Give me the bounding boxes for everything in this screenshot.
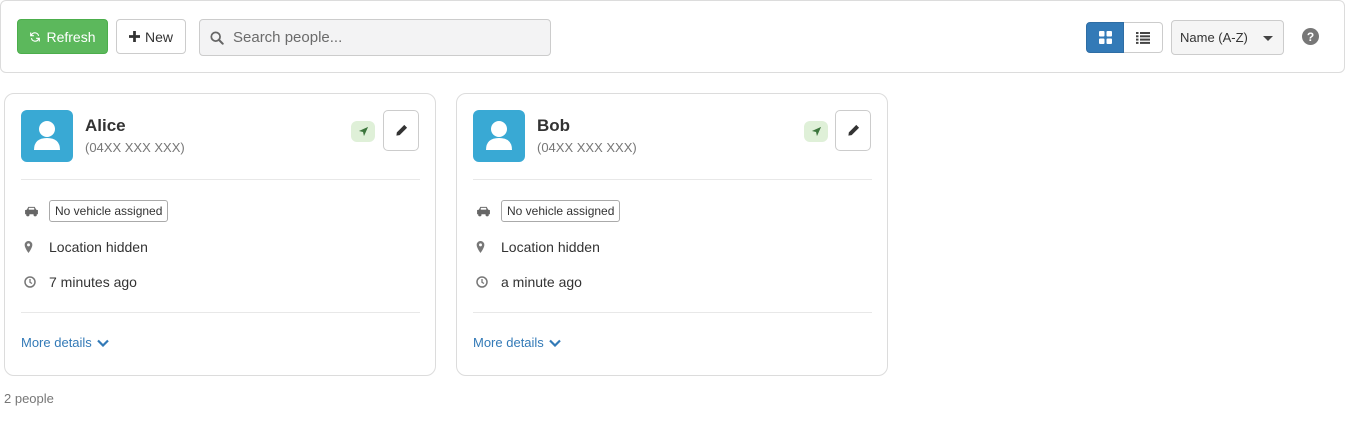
clock-icon: [473, 276, 501, 288]
vehicle-badge: No vehicle assigned: [49, 200, 169, 222]
person-phone: (04XX XXX XXX): [85, 140, 185, 155]
location-arrow-icon: [351, 121, 375, 142]
more-details-link[interactable]: More details: [473, 335, 561, 350]
divider: [473, 312, 872, 313]
refresh-icon: [30, 31, 41, 42]
help-icon[interactable]: ?: [1302, 28, 1319, 45]
more-details-label: More details: [21, 335, 92, 350]
location-row: Location hidden: [21, 239, 148, 255]
edit-button[interactable]: [835, 110, 871, 151]
grid-view-icon: [1098, 31, 1112, 44]
last-seen-text: 7 minutes ago: [49, 274, 137, 290]
search-icon: [210, 30, 224, 45]
vehicle-badge: No vehicle assigned: [501, 200, 621, 222]
divider: [21, 312, 420, 313]
location-arrow-icon: [804, 121, 828, 142]
search-input[interactable]: [233, 29, 533, 46]
person-phone: (04XX XXX XXX): [537, 140, 637, 155]
edit-button[interactable]: [383, 110, 419, 151]
vehicle-row: No vehicle assigned: [21, 200, 169, 222]
toolbar: Refresh New Search people... Name (A-Z) …: [0, 0, 1345, 73]
more-details-label: More details: [473, 335, 544, 350]
car-icon: [21, 206, 49, 217]
user-avatar-icon: [473, 110, 525, 162]
last-seen-row: 7 minutes ago: [21, 274, 137, 290]
divider: [473, 179, 872, 180]
refresh-button[interactable]: Refresh: [17, 19, 108, 54]
person-name: Bob: [537, 116, 571, 135]
people-count: 2 people: [4, 391, 54, 406]
pencil-icon: [847, 124, 859, 136]
search-box: [199, 19, 551, 56]
last-seen-row: a minute ago: [473, 274, 582, 290]
map-marker-icon: [21, 241, 49, 253]
divider: [21, 179, 420, 180]
chevron-down-icon: [1263, 36, 1273, 41]
plus-icon: [128, 31, 140, 42]
clock-icon: [21, 276, 49, 288]
map-marker-icon: [473, 241, 501, 253]
new-label: New: [144, 28, 173, 45]
location-text: Location hidden: [501, 239, 600, 255]
person-card: Alice (04XX XXX XXX) No vehicle assigned…: [4, 93, 436, 376]
grid-view-button[interactable]: [1086, 22, 1124, 53]
list-view-button[interactable]: [1124, 22, 1163, 53]
chevron-down-icon: [549, 339, 561, 347]
last-seen-text: a minute ago: [501, 274, 582, 290]
refresh-label: Refresh: [46, 28, 96, 45]
sort-selected-label: Name (A-Z): [1180, 30, 1248, 45]
person-name: Alice: [85, 116, 126, 135]
vehicle-row: No vehicle assigned: [473, 200, 621, 222]
help-glyph: ?: [1306, 29, 1315, 44]
list-view-icon: [1136, 31, 1150, 44]
pencil-icon: [395, 124, 407, 136]
more-details-link[interactable]: More details: [21, 335, 109, 350]
car-icon: [473, 206, 501, 217]
sort-select[interactable]: Name (A-Z): [1171, 20, 1284, 55]
location-row: Location hidden: [473, 239, 600, 255]
location-text: Location hidden: [49, 239, 148, 255]
new-person-button[interactable]: New: [116, 19, 186, 54]
chevron-down-icon: [97, 339, 109, 347]
person-card: Bob (04XX XXX XXX) No vehicle assigned L…: [456, 93, 888, 376]
view-toggle: [1086, 22, 1163, 53]
user-avatar-icon: [21, 110, 73, 162]
